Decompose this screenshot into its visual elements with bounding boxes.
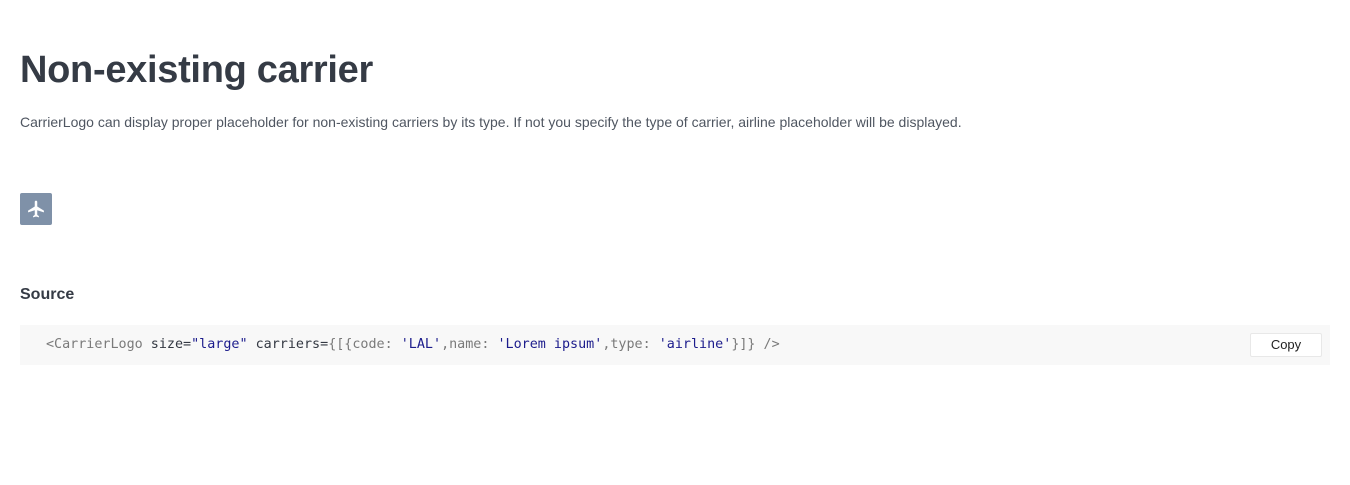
code-code-value: 'LAL': [400, 337, 442, 352]
code-attr-carriers: carriers=: [247, 337, 329, 352]
code-open-tag: <CarrierLogo: [46, 337, 143, 352]
code-size-value: "large": [191, 337, 248, 352]
page-description: CarrierLogo can display proper placehold…: [20, 114, 962, 130]
code-block: <CarrierLogo size="large" carriers={[{co…: [20, 325, 1330, 365]
copy-button[interactable]: Copy: [1250, 333, 1322, 357]
code-name-value: 'Lorem ipsum': [497, 337, 603, 352]
code-key-code: code:: [352, 337, 401, 352]
code-key-type: ,type:: [602, 337, 659, 352]
code-key-name: ,name:: [441, 337, 498, 352]
code-close-tag: />: [755, 337, 780, 352]
code-open-braces: {[{: [328, 337, 353, 352]
code-line: <CarrierLogo size="large" carriers={[{co…: [46, 336, 780, 354]
page-title: Non-existing carrier: [20, 49, 373, 91]
code-attr-size: size=: [142, 337, 192, 352]
carrier-logo-placeholder: [20, 193, 52, 225]
airplane-icon: [28, 200, 44, 218]
code-close-braces: }]}: [731, 337, 756, 352]
source-heading: Source: [20, 286, 75, 303]
code-type-value: 'airline': [658, 337, 732, 352]
